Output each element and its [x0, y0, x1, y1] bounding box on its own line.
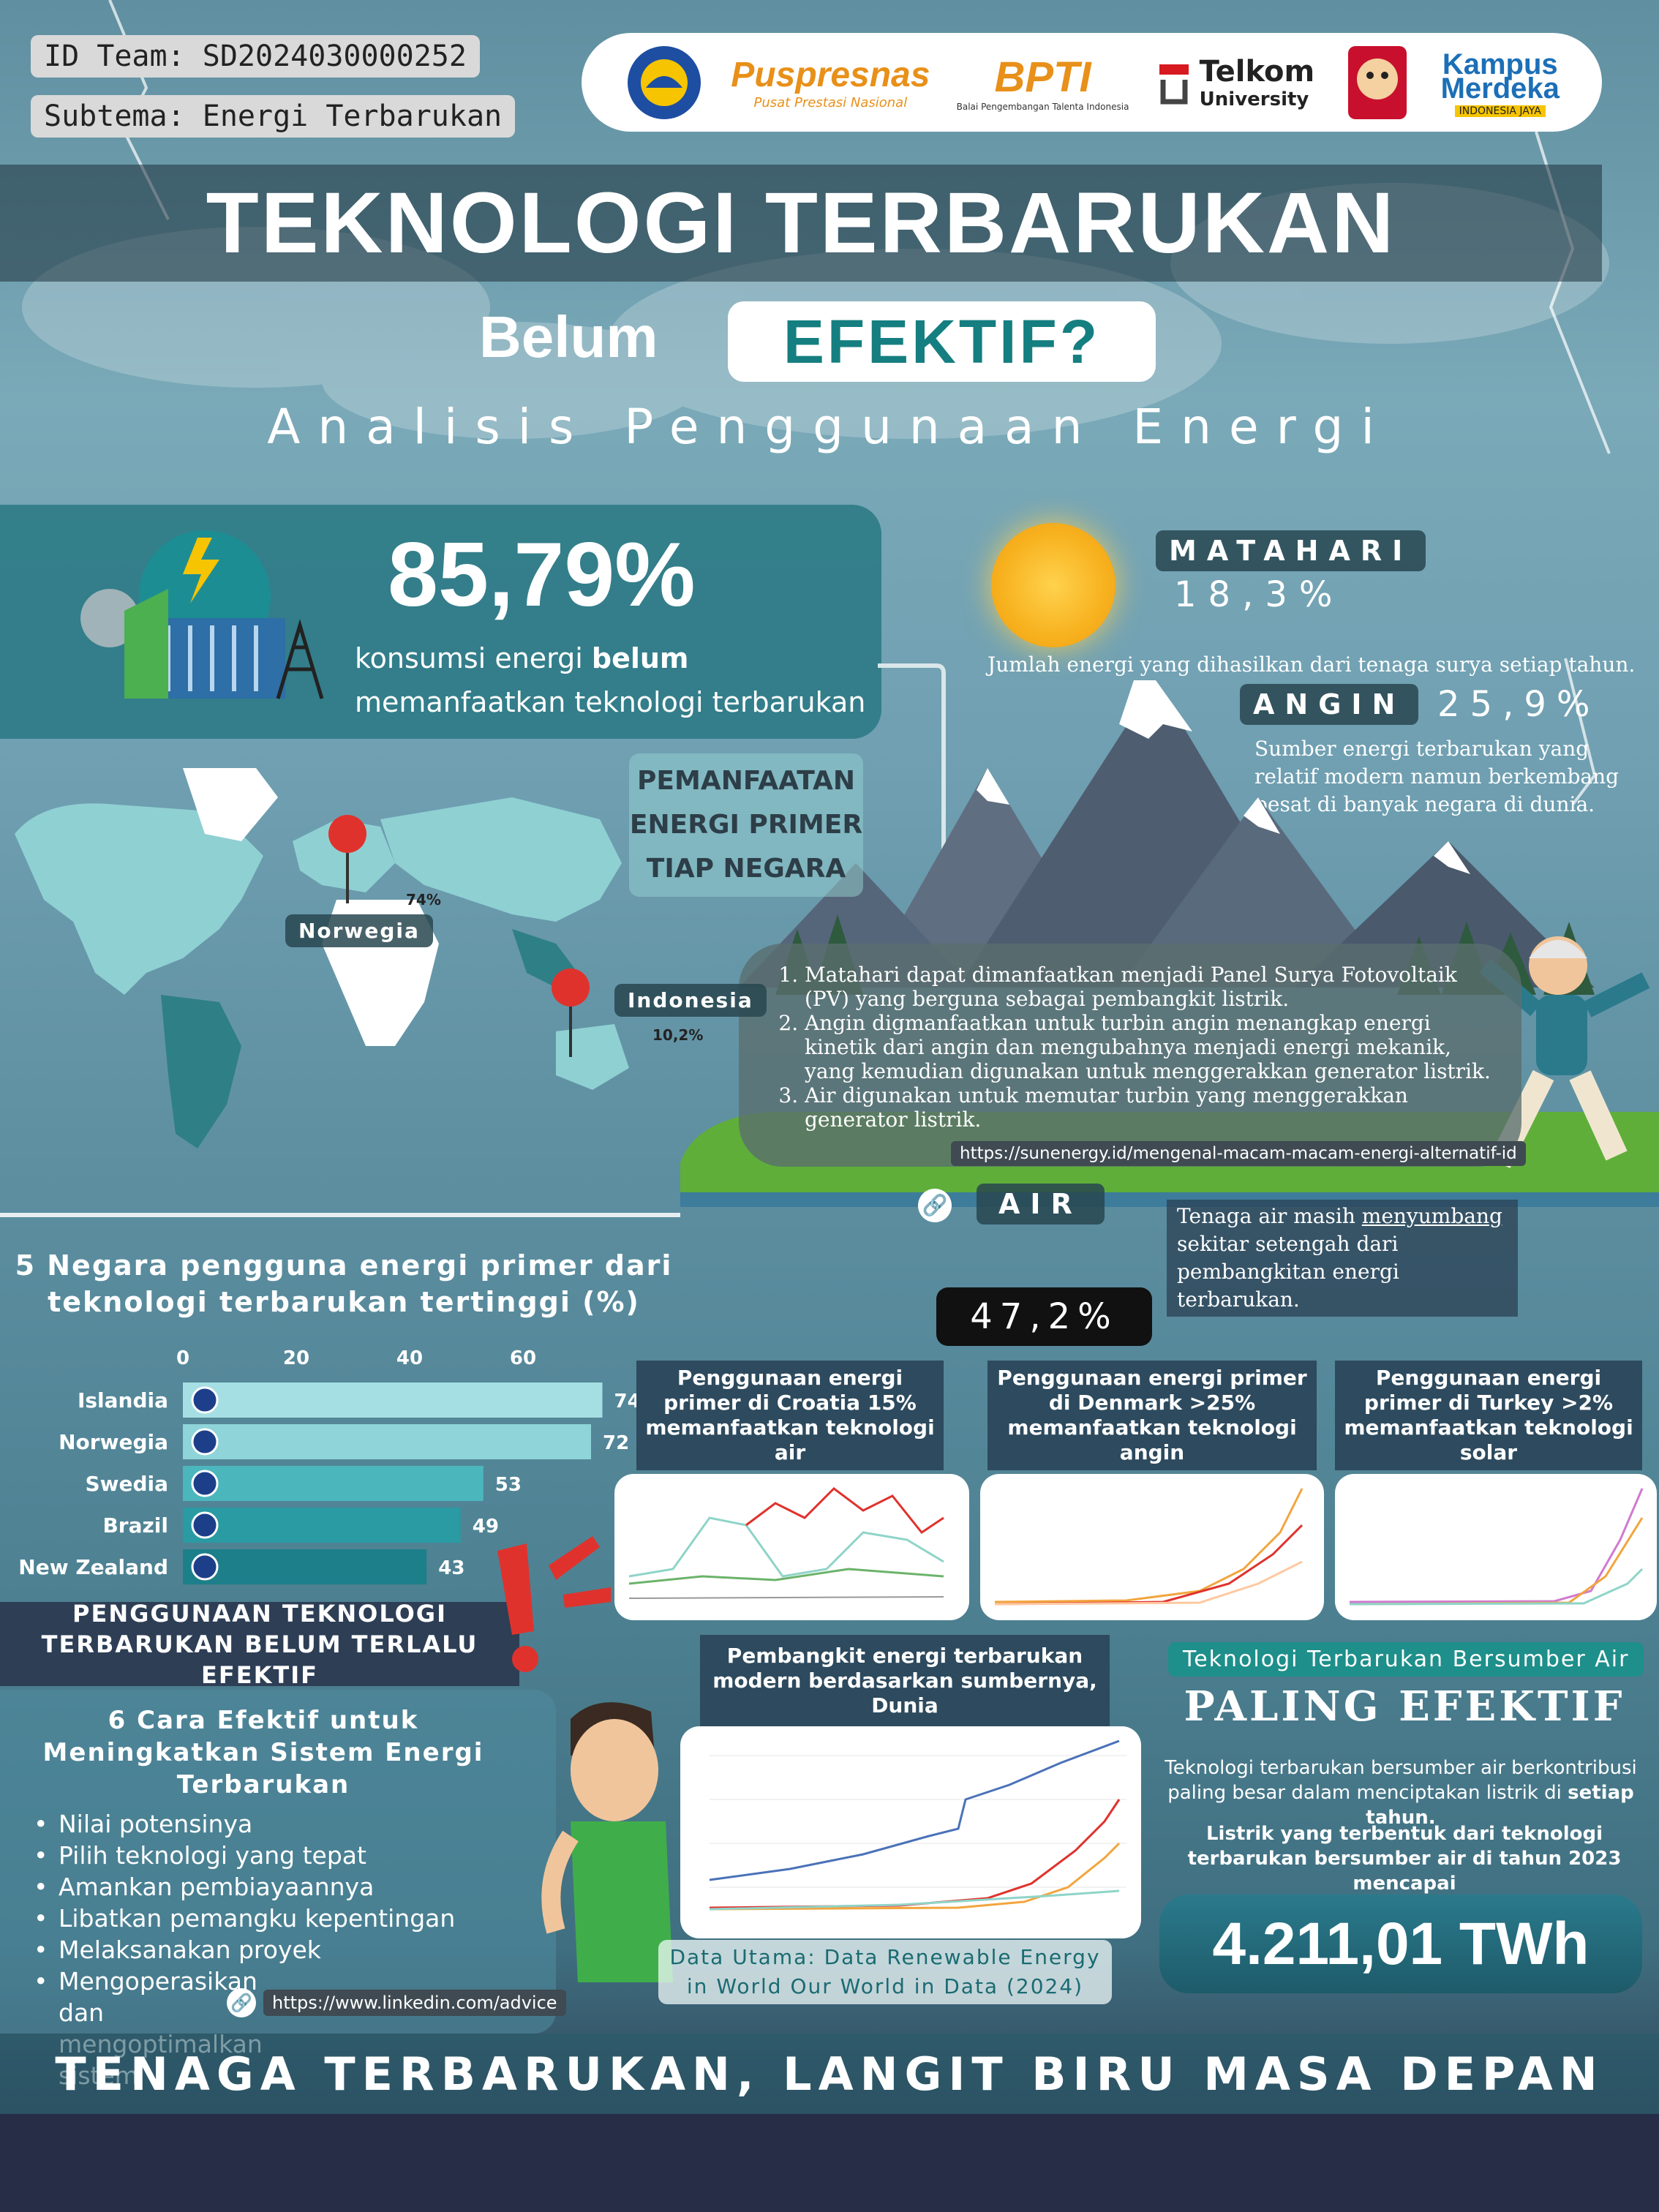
turkey-line-plot — [1349, 1488, 1644, 1606]
air-label: AIR — [977, 1184, 1105, 1224]
bar-chart-tick-label: 40 — [396, 1347, 423, 1369]
tip-item: Libatkan pemangku kepentingan — [29, 1903, 534, 1934]
world-chart — [680, 1726, 1141, 1938]
flag-icon — [191, 1386, 219, 1414]
bar-chart-bar — [183, 1424, 591, 1459]
water-effective-value: 4.211,01 TWh — [1159, 1895, 1642, 1993]
explanation-item: Matahari dapat dimanfaatkan menjadi Pane… — [805, 963, 1492, 1011]
water-effective-description: Teknologi terbarukan bersumber air berko… — [1165, 1757, 1637, 1829]
kemendikbud-logo — [624, 42, 704, 123]
belum-text: Belum — [479, 304, 658, 369]
bottom-strip — [0, 2114, 1659, 2212]
title-band: TEKNOLOGI TERBARUKAN — [0, 165, 1602, 282]
water-effective-label: Teknologi Terbarukan Bersumber Air — [1168, 1642, 1644, 1677]
bar-chart-bar — [183, 1466, 484, 1501]
bar-chart-category-label: Brazil — [102, 1513, 168, 1538]
telkom-logo: Telkom University — [1156, 55, 1314, 110]
norway-pin-icon — [328, 815, 366, 903]
world-line-plot — [709, 1739, 1126, 1911]
croatia-line-plot — [628, 1487, 944, 1599]
explanation-item: Air digunakan untuk memutar turbin yang … — [805, 1083, 1492, 1132]
tip-item: Amankan pembiayaannya — [29, 1871, 534, 1903]
thinking-man-illustration — [541, 1702, 673, 1982]
bar-chart-category-label: Swedia — [85, 1472, 168, 1496]
flag-icon — [191, 1428, 219, 1456]
tip-item: Nilai potensinya — [29, 1808, 534, 1840]
bar-chart-value-label: 53 — [495, 1474, 522, 1496]
matahari-value: 18,3% — [1174, 574, 1344, 615]
page-subtitle: Analisis Penggunaan Energi — [267, 399, 1392, 455]
flag-icon — [191, 1553, 219, 1581]
bar-chart-bar — [183, 1382, 603, 1418]
croatia-card-title: Penggunaan energi primer di Croatia 15% … — [636, 1361, 944, 1470]
turkey-chart — [1335, 1474, 1657, 1620]
sunenergy-link[interactable]: https://sunenergy.id/mengenal-macam-maca… — [951, 1141, 1526, 1166]
data-source: Data Utama: Data Renewable Energy in Wor… — [658, 1940, 1112, 2004]
team-id-label: ID Team: SD2024030000252 — [31, 35, 480, 78]
energy-plant-icon — [80, 530, 324, 699]
footer-band: TENAGA TERBARUKAN, LANGIT BIRU MASA DEPA… — [0, 2034, 1659, 2114]
kampus-merdeka-logo: Kampus Merdeka INDONESIA JAYA — [1440, 48, 1560, 117]
tip-item: Melaksanakan proyek — [29, 1934, 534, 1965]
indonesia-label: Indonesia — [614, 984, 767, 1017]
bar-chart-title: 5 Negara pengguna energi primer dari tek… — [15, 1249, 673, 1318]
matahari-description: Jumlah energi yang dihasilkan dari tenag… — [988, 652, 1636, 677]
mascot-logo — [1341, 39, 1414, 127]
denmark-chart — [980, 1474, 1324, 1620]
indonesia-pin-icon — [552, 968, 590, 1057]
indonesia-value: 10,2% — [652, 1026, 704, 1044]
air-value: 47,2% — [936, 1287, 1152, 1346]
bar-chart-bar — [183, 1549, 427, 1584]
sponsor-logo-bar: Puspresnas Pusat Prestasi Nasional BPTI … — [582, 33, 1602, 132]
tip-item: Pilih teknologi yang tepat — [29, 1840, 534, 1871]
efektif-badge: EFEKTIF? — [728, 301, 1156, 382]
effectiveness-banner: PENGGUNAAN TEKNOLOGI TERBARUKAN BELUM TE… — [0, 1600, 519, 1689]
linkedin-link[interactable]: https://www.linkedin.com/advice — [263, 1990, 566, 2016]
tips-title: 6 Cara Efektif untuk Meningkatkan Sistem… — [42, 1706, 484, 1799]
bpti-logo: BPTI Balai Pengembangan Talenta Indonesi… — [956, 53, 1129, 112]
matahari-label: MATAHARI — [1156, 530, 1426, 571]
map-heading: PEMANFAATAN ENERGI PRIMER TIAP NEGARA — [629, 753, 863, 897]
bar-chart-value-label: 72 — [603, 1432, 629, 1454]
puspresnas-logo: Puspresnas Pusat Prestasi Nasional — [731, 55, 930, 110]
exclamation-icon — [497, 1536, 611, 1672]
norway-value: 74% — [406, 891, 441, 908]
flag-icon — [191, 1470, 219, 1497]
flag-icon — [191, 1511, 219, 1539]
tips-panel: 6 Cara Efektif untuk Meningkatkan Sistem… — [0, 1690, 556, 2090]
link-icon: 🔗 — [918, 1189, 952, 1222]
water-effective-description-2: Listrik yang terbentuk dari teknologi te… — [1187, 1823, 1622, 1895]
bar-chart-category-label: Norwegia — [59, 1430, 168, 1454]
bar-chart-category-label: New Zealand — [18, 1555, 168, 1579]
explanation-panel: Matahari dapat dimanfaatkan menjadi Pane… — [739, 944, 1521, 1167]
headline-percentage: 85,79% — [388, 524, 696, 625]
linkedin-link-icon: 🔗 — [227, 1988, 256, 2017]
bar-chart-category-label: Islandia — [78, 1388, 168, 1412]
air-description: Tenaga air masih menyumbang sekitar sete… — [1167, 1200, 1518, 1317]
norway-label: Norwegia — [285, 914, 433, 947]
bar-chart-tick-label: 60 — [510, 1347, 536, 1369]
bar-chart-bar — [183, 1508, 461, 1543]
denmark-line-plot — [994, 1488, 1304, 1606]
turkey-card-title: Penggunaan energi primer di Turkey >2% m… — [1335, 1361, 1642, 1470]
bar-chart-tick-label: 0 — [176, 1347, 189, 1369]
world-chart-title: Pembangkit energi terbarukan modern berd… — [700, 1635, 1110, 1726]
sun-icon — [991, 523, 1116, 647]
water-effective-headline: PALING EFEKTIF — [1184, 1682, 1625, 1731]
subtheme-label: Subtema: Energi Terbarukan — [31, 95, 516, 138]
footer-slogan: TENAGA TERBARUKAN, LANGIT BIRU MASA DEPA… — [55, 2047, 1604, 2101]
section-divider — [0, 1213, 680, 1217]
croatia-chart — [614, 1474, 969, 1620]
denmark-card-title: Penggunaan energi primer di Denmark >25%… — [988, 1361, 1317, 1470]
bar-chart-value-label: 43 — [438, 1557, 464, 1579]
bar-chart-tick-label: 20 — [283, 1347, 309, 1369]
page-title: TEKNOLOGI TERBARUKAN — [206, 175, 1396, 271]
explanation-item: Angin digmanfaatkan untuk turbin angin m… — [805, 1011, 1492, 1083]
